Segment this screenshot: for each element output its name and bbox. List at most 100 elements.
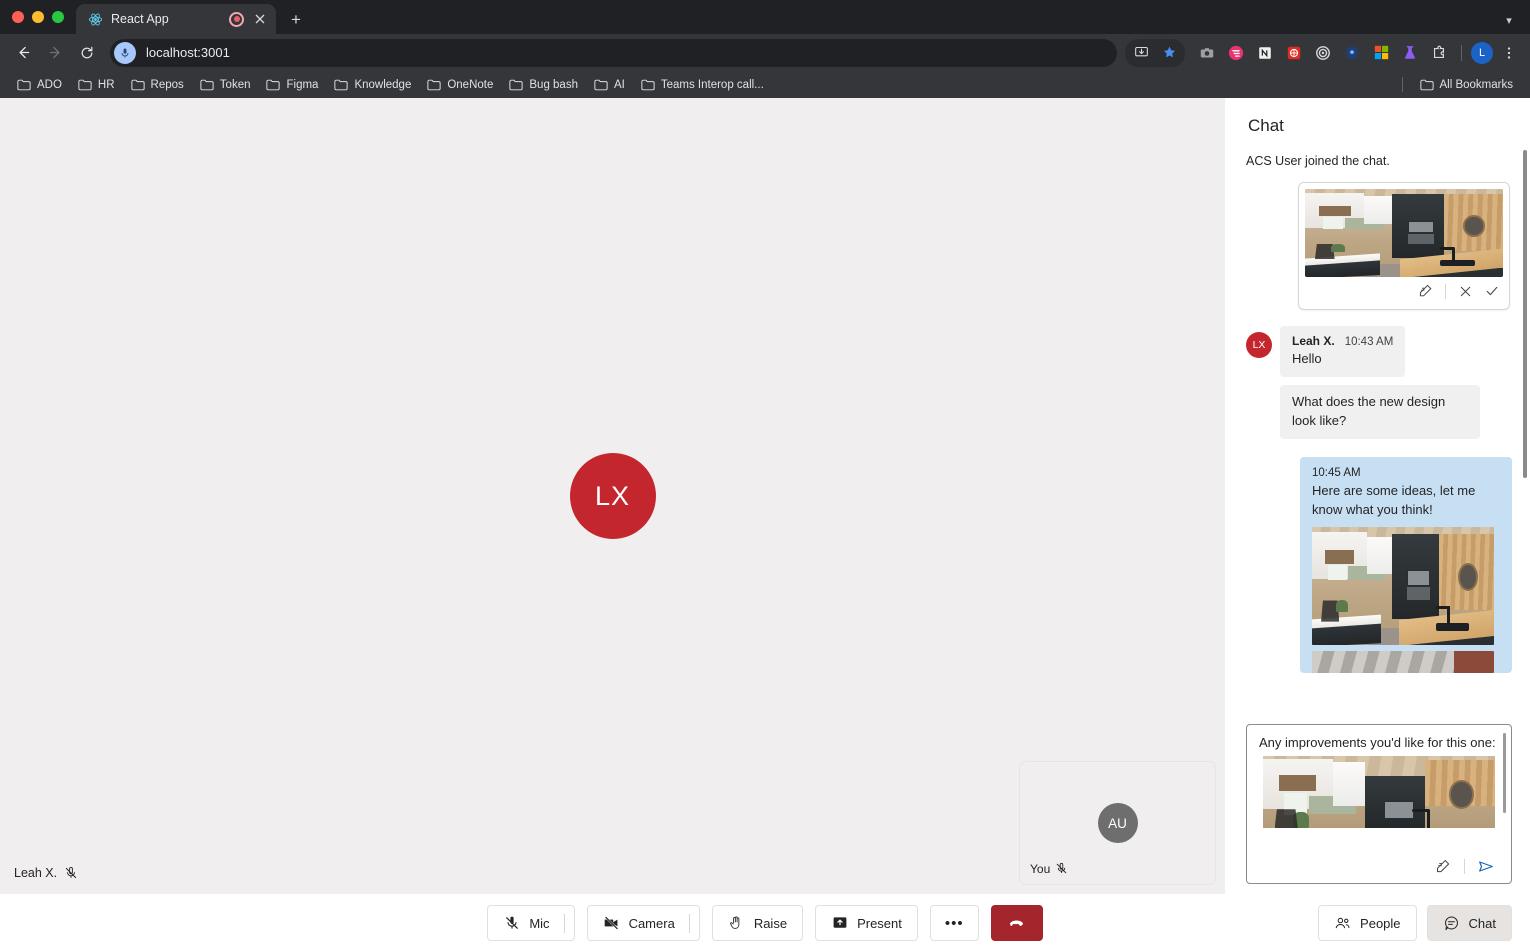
folder-icon xyxy=(17,79,31,91)
bookmark-item[interactable]: Figma xyxy=(259,76,325,94)
toolbar-divider xyxy=(1461,44,1462,61)
close-icon[interactable] xyxy=(252,11,268,27)
message-image-partial[interactable] xyxy=(1312,651,1494,674)
bookmark-item[interactable]: Repos xyxy=(124,76,191,94)
edit-icon[interactable] xyxy=(1435,858,1452,875)
chevron-down-icon[interactable]: ▾ xyxy=(1496,6,1522,34)
modern-kitchen-photo xyxy=(1263,756,1495,828)
profile-avatar[interactable]: L xyxy=(1471,41,1493,64)
more-options-icon: ••• xyxy=(944,914,964,932)
more-options-button[interactable]: ••• xyxy=(929,905,979,941)
participant-name: Leah X. xyxy=(14,866,58,880)
bookmark-item[interactable]: AI xyxy=(587,76,632,94)
composer-scrollbar[interactable] xyxy=(1503,733,1506,813)
mic-button-label: Mic xyxy=(529,915,550,931)
kebab-menu-icon[interactable] xyxy=(1496,40,1522,66)
bookmark-item[interactable]: HR xyxy=(71,76,122,94)
bookmark-item[interactable]: ADO xyxy=(10,76,69,94)
present-button[interactable]: Present xyxy=(815,905,918,941)
mic-button[interactable]: Mic xyxy=(487,905,575,941)
bookmark-star-icon[interactable] xyxy=(1156,40,1182,66)
bookmark-item[interactable]: Bug bash xyxy=(502,76,585,94)
url-text: localhost:3001 xyxy=(146,45,230,60)
mic-off-icon xyxy=(503,915,520,932)
bookmark-item[interactable]: Teams Interop call... xyxy=(634,76,771,94)
back-arrow-icon[interactable] xyxy=(8,38,38,68)
omnibox-action-pill xyxy=(1125,38,1185,67)
message-input[interactable]: Any improvements you'd like for this one… xyxy=(1246,724,1512,884)
forward-arrow-icon[interactable] xyxy=(40,38,70,68)
bookmark-label: Repos xyxy=(150,78,184,91)
toolbar-actions: L xyxy=(1125,38,1522,67)
action-divider xyxy=(1464,858,1465,874)
bookmark-item[interactable]: Knowledge xyxy=(327,76,418,94)
composer-text: Any improvements you'd like for this one… xyxy=(1259,735,1496,750)
close-window-button[interactable] xyxy=(12,11,24,23)
message-text: Here are some ideas, let me know what yo… xyxy=(1312,483,1476,517)
message-author: Leah X. xyxy=(1292,334,1335,348)
present-screen-icon xyxy=(831,915,848,932)
end-call-icon xyxy=(1008,915,1025,932)
camera-dropdown-divider[interactable] xyxy=(688,913,690,933)
message-text: What does the new design look like? xyxy=(1292,394,1446,428)
notion-extension-icon[interactable] xyxy=(1252,40,1278,66)
recording-indicator-icon[interactable] xyxy=(229,11,244,27)
stage-background: LX Leah X. AU You xyxy=(0,98,1225,894)
message-bubble-incoming: Leah X. 10:43 AM Hello xyxy=(1280,326,1406,378)
bookmarks-bar: ADO HR Repos Token Figma Knowledge OneNo… xyxy=(0,71,1530,98)
raise-hand-icon xyxy=(728,915,745,932)
all-bookmarks-button[interactable]: All Bookmarks xyxy=(1413,76,1521,94)
puzzle-extensions-icon[interactable] xyxy=(1426,40,1452,66)
flask-extension-icon[interactable] xyxy=(1397,40,1423,66)
cancel-icon[interactable] xyxy=(1457,283,1474,300)
microphone-permission-icon[interactable] xyxy=(114,41,136,64)
honey-extension-icon[interactable] xyxy=(1281,40,1307,66)
bookmark-item[interactable]: Token xyxy=(193,76,258,94)
chat-title: Chat xyxy=(1248,116,1284,135)
avatar: LX xyxy=(1246,332,1272,358)
microsoft-extension-icon[interactable] xyxy=(1368,40,1394,66)
composer-attachment[interactable] xyxy=(1263,756,1495,828)
avatar: AU xyxy=(1097,803,1138,843)
message-bubble-incoming: What does the new design look like? xyxy=(1280,385,1480,440)
message-image[interactable] xyxy=(1312,527,1494,646)
address-bar[interactable]: localhost:3001 xyxy=(110,38,1117,67)
window-traffic-lights[interactable] xyxy=(10,0,76,34)
camera-off-icon xyxy=(603,915,620,932)
chat-message-list[interactable]: ACS User joined the chat. LX Leah X. 10:… xyxy=(1226,150,1530,716)
shield-heart-extension-icon[interactable] xyxy=(1339,40,1365,66)
bookmark-label: ADO xyxy=(37,78,62,91)
participant-tile-self[interactable]: AU You xyxy=(1020,762,1215,884)
confirm-icon[interactable] xyxy=(1483,283,1500,300)
folder-icon xyxy=(200,79,214,91)
reload-icon[interactable] xyxy=(72,38,102,68)
new-tab-button[interactable]: + xyxy=(282,6,310,34)
maximize-window-button[interactable] xyxy=(52,11,64,23)
bookmark-item[interactable]: OneNote xyxy=(420,76,500,94)
screenshot-icon[interactable] xyxy=(1194,40,1220,66)
minimize-window-button[interactable] xyxy=(32,11,44,23)
react-logo-icon xyxy=(88,12,103,27)
system-message: ACS User joined the chat. xyxy=(1246,154,1390,168)
install-app-icon[interactable] xyxy=(1128,40,1154,66)
modern-kitchen-photo xyxy=(1312,651,1494,674)
mic-dropdown-divider[interactable] xyxy=(563,913,565,933)
folder-icon xyxy=(334,79,349,91)
bookmark-label: HR xyxy=(97,78,115,91)
camera-button[interactable]: Camera xyxy=(586,905,700,941)
action-divider xyxy=(1445,283,1446,299)
browser-tab[interactable]: React App xyxy=(76,4,276,34)
todoist-extension-icon[interactable] xyxy=(1223,40,1249,66)
chat-scrollbar[interactable] xyxy=(1523,150,1527,478)
call-controls-center: Mic Camera Raise Present ••• xyxy=(0,905,1530,941)
attachment-card[interactable] xyxy=(1298,182,1510,310)
composer-container: Any improvements you'd like for this one… xyxy=(1226,716,1530,894)
send-icon[interactable] xyxy=(1477,857,1495,875)
edit-icon[interactable] xyxy=(1417,283,1434,300)
end-call-button[interactable] xyxy=(990,905,1043,941)
attachment-image xyxy=(1305,189,1503,277)
target-extension-icon[interactable] xyxy=(1310,40,1336,66)
raise-hand-label: Raise xyxy=(753,915,788,931)
bookmark-label: Knowledge xyxy=(354,78,412,91)
raise-hand-button[interactable]: Raise xyxy=(711,905,804,941)
